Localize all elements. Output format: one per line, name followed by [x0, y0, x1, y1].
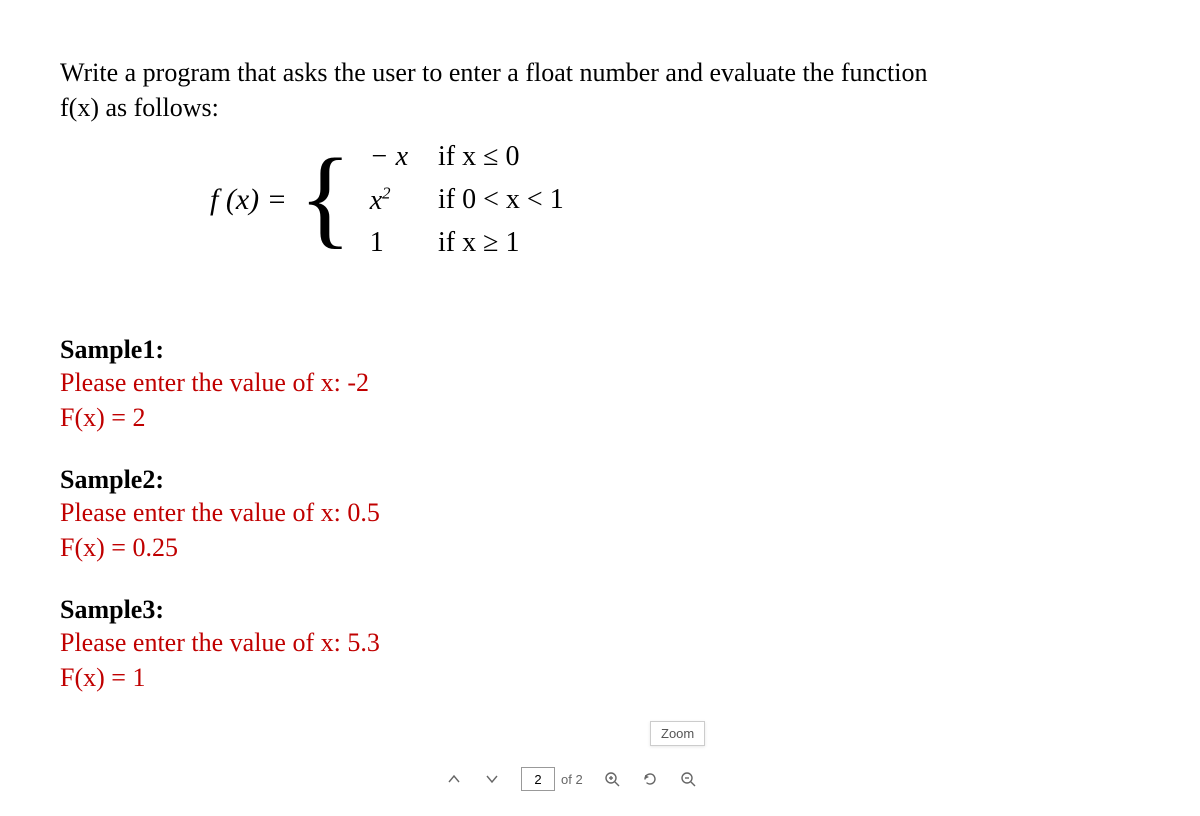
zoom-in-button[interactable]: [603, 770, 621, 788]
sample-title: Sample2:: [60, 465, 1140, 495]
zoom-out-button[interactable]: [679, 770, 697, 788]
page-indicator: of 2: [521, 767, 583, 791]
sample-title: Sample1:: [60, 335, 1140, 365]
formula-lhs: f (x) =: [210, 183, 287, 217]
case-cond: if x ≥ 1: [438, 227, 519, 258]
piecewise-formula: f (x) = { − x if x ≤ 0 x2 if 0 < x < 1 1…: [210, 135, 1140, 264]
intro-text: Write a program that asks the user to en…: [60, 55, 1140, 125]
case-expr: − x: [370, 141, 408, 172]
page-number-input[interactable]: [521, 767, 555, 791]
sample-input-line: Please enter the value of x: 5.3: [60, 625, 1140, 660]
chevron-up-icon: [446, 771, 462, 787]
viewer-toolbar: of 2: [445, 767, 697, 791]
rotate-icon: [642, 771, 658, 787]
case-row: x2 if 0 < x < 1: [366, 179, 582, 220]
sample-block: Sample3: Please enter the value of x: 5.…: [60, 595, 1140, 695]
samples-section: Sample1: Please enter the value of x: -2…: [60, 335, 1140, 696]
case-cond: if 0 < x < 1: [438, 184, 564, 215]
document-content: Write a program that asks the user to en…: [0, 0, 1200, 695]
sample-block: Sample2: Please enter the value of x: 0.…: [60, 465, 1140, 565]
page-total-label: of 2: [561, 772, 583, 787]
zoom-tooltip: Zoom: [650, 721, 705, 746]
curly-brace-icon: {: [299, 153, 352, 241]
intro-line-2: f(x) as follows:: [60, 93, 219, 122]
sample-output-line: F(x) = 1: [60, 660, 1140, 695]
case-expr: 1: [370, 227, 384, 258]
zoom-out-icon: [680, 771, 696, 787]
case-row: − x if x ≤ 0: [366, 137, 582, 177]
sample-title: Sample3:: [60, 595, 1140, 625]
prev-page-button[interactable]: [445, 770, 463, 788]
sample-input-line: Please enter the value of x: -2: [60, 365, 1140, 400]
chevron-down-icon: [484, 771, 500, 787]
rotate-button[interactable]: [641, 770, 659, 788]
sample-output-line: F(x) = 0.25: [60, 530, 1140, 565]
sample-block: Sample1: Please enter the value of x: -2…: [60, 335, 1140, 435]
sample-output-line: F(x) = 2: [60, 400, 1140, 435]
case-row: 1 if x ≥ 1: [366, 223, 582, 263]
case-cond: if x ≤ 0: [438, 141, 519, 172]
next-page-button[interactable]: [483, 770, 501, 788]
case-expr: x2: [370, 185, 391, 216]
cases-table: − x if x ≤ 0 x2 if 0 < x < 1 1 if x ≥ 1: [364, 135, 584, 264]
intro-line-1: Write a program that asks the user to en…: [60, 58, 927, 87]
zoom-in-icon: [604, 771, 620, 787]
sample-input-line: Please enter the value of x: 0.5: [60, 495, 1140, 530]
